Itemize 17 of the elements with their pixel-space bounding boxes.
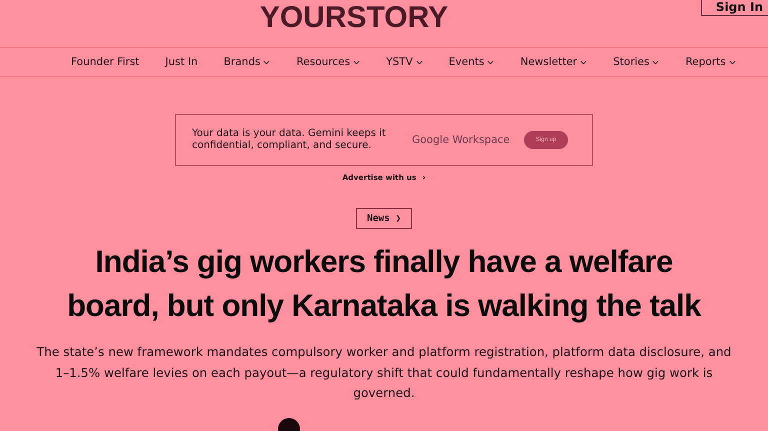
sign-in-button[interactable]: Sign In xyxy=(700,0,768,16)
nav-item[interactable]: Stories xyxy=(613,56,660,68)
nav-item[interactable]: YSTV xyxy=(386,56,423,68)
nav-item[interactable]: Newsletter xyxy=(520,56,588,68)
summary: The state’s new framework mandates compulsory worker and platform registration, platform data disclosure, and 1–1.5% welfare levies on each payout—a regulatory shift that could fundamentally reshape how gig work is governed. xyxy=(36,344,732,402)
logo[interactable]: YOURSTORY xyxy=(260,3,448,33)
nav-item[interactable]: Events xyxy=(448,56,494,68)
ad-text: Your data is your data. Gemini keeps it confidential, compliant, and secure. xyxy=(192,128,387,152)
nav-item[interactable]: Founder First xyxy=(71,56,140,68)
chevron-right-icon: › xyxy=(422,172,426,182)
headline: India’s gig workers finally have a welfare board, but only Karnataka is walking the talk xyxy=(66,243,702,325)
nav-item[interactable]: Resources xyxy=(296,56,360,68)
nav-item[interactable]: Brands xyxy=(224,56,270,68)
nav-item[interactable]: Just In xyxy=(165,56,198,68)
nav-item[interactable]: Reports xyxy=(685,56,736,68)
category-tag[interactable]: News ❯ xyxy=(356,208,412,229)
ad-brand: Google Workspace xyxy=(412,134,510,146)
